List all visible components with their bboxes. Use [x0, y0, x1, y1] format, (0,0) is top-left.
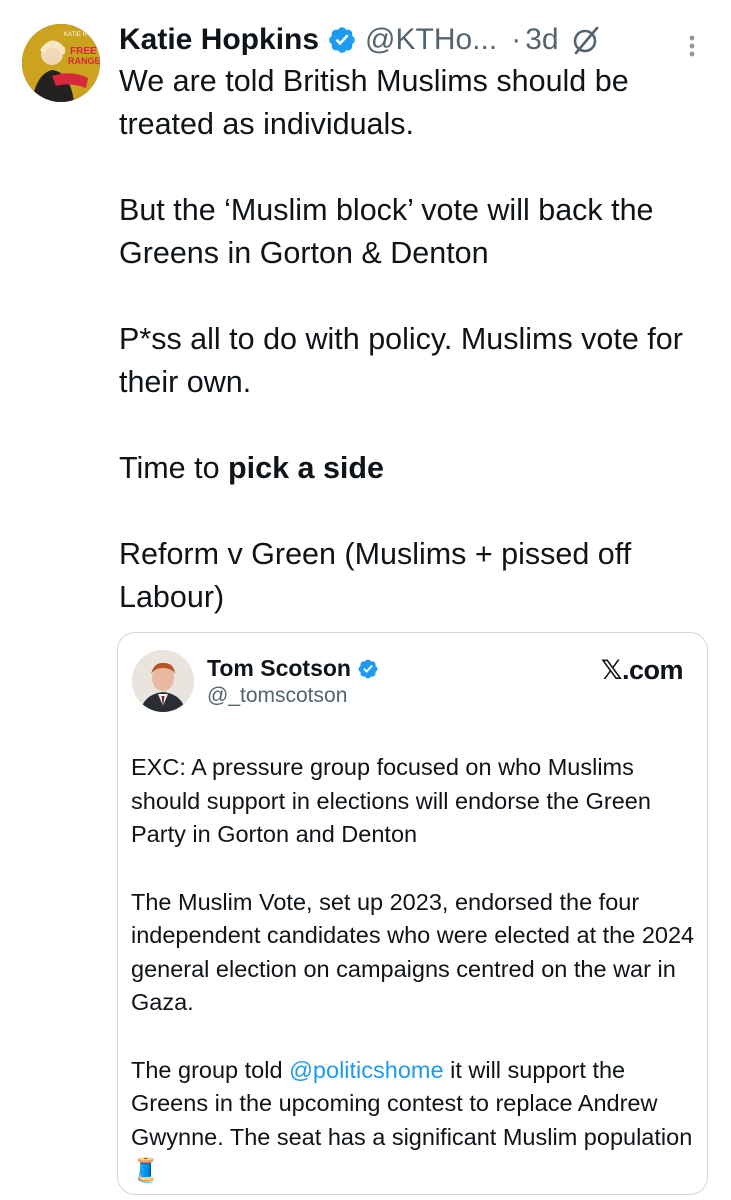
quoted-author-name[interactable]: Tom Scotson: [207, 655, 379, 682]
author-handle[interactable]: @KTHo...: [365, 23, 497, 57]
quoted-tweet-card[interactable]: Tom Scotson @_tomscotson 𝕏.com EXC: A pr…: [117, 632, 708, 1195]
author-avatar[interactable]: KATIE H FREE RANGE: [22, 24, 100, 102]
separator-dot: ·: [511, 23, 522, 56]
tweet-body: We are told British Muslims should be tr…: [119, 60, 711, 619]
quoted-paragraph: The group told @politicshome it will sup…: [131, 1054, 696, 1188]
grok-icon[interactable]: [571, 25, 601, 55]
more-options-icon[interactable]: [687, 34, 697, 60]
tweet-text-prefix: Time to: [119, 451, 229, 485]
avatar-top-text: KATIE H: [64, 32, 87, 38]
tweet-paragraph: Reform v Green (Muslims + pissed off Lab…: [119, 537, 632, 614]
quoted-text-prefix: The group told: [131, 1056, 290, 1083]
quoted-author-name-text: Tom Scotson: [207, 655, 351, 681]
verified-badge-icon: [358, 659, 378, 678]
mention-link[interactable]: @politicshome: [289, 1057, 443, 1083]
quoted-paragraph: The Muslim Vote, set up 2023, endorsed t…: [131, 888, 695, 1016]
thread-emoji-icon: 🧵: [131, 1157, 161, 1183]
quoted-tweet-body: EXC: A pressure group focused on who Mus…: [131, 751, 696, 1194]
verified-badge-icon: [329, 27, 355, 53]
tweet-paragraph: We are told British Muslims should be tr…: [119, 64, 629, 141]
quoted-paragraph: EXC: A pressure group focused on who Mus…: [131, 754, 651, 847]
quoted-author-handle[interactable]: @_tomscotson: [207, 684, 347, 708]
tweet-paragraph: But the ‘Muslim block’ vote will back th…: [119, 193, 654, 270]
tweet-paragraph: Time to pick a side: [119, 447, 711, 490]
x-com-logo[interactable]: 𝕏.com: [601, 655, 684, 686]
quoted-author-avatar[interactable]: [132, 650, 194, 712]
tweet-header: Katie Hopkins @KTHo... · 3d: [119, 18, 711, 62]
tweet-bold-text: pick a side: [228, 451, 385, 485]
svg-text:RANGE: RANGE: [68, 56, 100, 66]
tweet-timestamp[interactable]: 3d: [525, 23, 558, 57]
author-name[interactable]: Katie Hopkins: [119, 23, 319, 57]
tweet[interactable]: KATIE H FREE RANGE Katie Hopkins @KTHo..…: [0, 0, 731, 1200]
tweet-paragraph: P*ss all to do with policy. Muslims vote…: [119, 322, 683, 399]
